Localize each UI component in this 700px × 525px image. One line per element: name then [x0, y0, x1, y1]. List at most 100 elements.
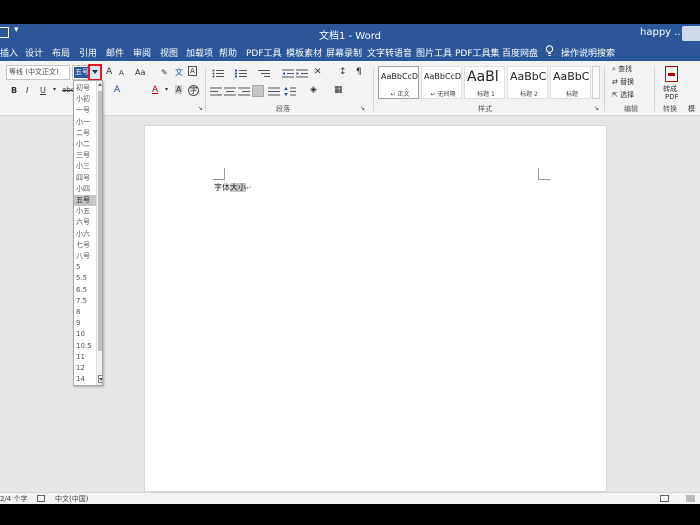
- read-mode-icon[interactable]: [660, 495, 669, 502]
- font-size-option[interactable]: 11: [74, 352, 96, 363]
- font-size-option[interactable]: 小五: [74, 206, 96, 217]
- font-size-option[interactable]: 六号: [74, 217, 96, 228]
- font-size-option[interactable]: 小二: [74, 139, 96, 150]
- tab-references[interactable]: 引用: [79, 46, 97, 59]
- font-size-dropdown-button[interactable]: [88, 64, 102, 81]
- tab-view[interactable]: 视图: [160, 46, 178, 59]
- font-size-dropdown-list[interactable]: 初号 小初 一号 小一 二号 小二 三号 小三 四号 小四 五号 小五 六号 小六 七号 八号 5 5.5 6.5 7…: [73, 80, 103, 386]
- font-size-option[interactable]: 7.5: [74, 296, 96, 307]
- replace-button[interactable]: ⇄ 替换: [612, 77, 634, 87]
- font-dialog-launcher-icon[interactable]: ↘: [198, 105, 203, 112]
- tab-baidu-netdisk[interactable]: 百度网盘: [502, 46, 538, 59]
- tab-templates[interactable]: 模板素材: [286, 46, 322, 59]
- underline-dropdown-icon[interactable]: ▾: [53, 86, 56, 93]
- shrink-font-button[interactable]: A: [119, 69, 124, 77]
- phonetic-guide-button[interactable]: 文: [175, 67, 183, 78]
- font-size-option[interactable]: 小三: [74, 161, 96, 172]
- font-size-option[interactable]: 8: [74, 307, 96, 318]
- scroll-up-icon[interactable]: [98, 83, 102, 86]
- font-size-option[interactable]: 5.5: [74, 273, 96, 284]
- distributed-icon[interactable]: [268, 87, 280, 96]
- font-size-option[interactable]: 12: [74, 363, 96, 374]
- borders-icon[interactable]: ▦: [334, 85, 343, 95]
- shading-icon[interactable]: ◈: [310, 85, 317, 95]
- style-heading-2[interactable]: AaBbC 标题 2: [507, 66, 548, 99]
- align-left-icon[interactable]: [210, 87, 222, 96]
- selected-text[interactable]: 大小: [230, 183, 246, 192]
- font-size-option[interactable]: 9: [74, 318, 96, 329]
- font-size-option[interactable]: 小一: [74, 117, 96, 128]
- proofing-icon[interactable]: [37, 495, 45, 502]
- tab-layout[interactable]: 布局: [52, 46, 70, 59]
- document-page[interactable]: 字体大小↵: [144, 125, 607, 492]
- tab-insert[interactable]: 插入: [0, 46, 18, 59]
- font-size-option[interactable]: 一号: [74, 105, 96, 116]
- font-size-option[interactable]: 6.5: [74, 285, 96, 296]
- justify-button[interactable]: [252, 85, 264, 97]
- tab-picture-tools[interactable]: 图片工具: [416, 46, 452, 59]
- tab-pdf-tools[interactable]: PDF工具: [246, 46, 282, 59]
- print-layout-icon[interactable]: [686, 495, 695, 502]
- font-size-option[interactable]: 10.5: [74, 341, 96, 352]
- tab-review[interactable]: 审阅: [133, 46, 151, 59]
- multilevel-list-icon[interactable]: [258, 69, 270, 78]
- font-size-option[interactable]: 小四: [74, 184, 96, 195]
- scroll-down-icon[interactable]: [98, 375, 102, 383]
- tab-screen-record[interactable]: 屏幕录制: [326, 46, 362, 59]
- font-size-option[interactable]: 小六: [74, 229, 96, 240]
- font-color-button[interactable]: A: [152, 85, 158, 95]
- tell-me-search[interactable]: 操作说明搜索: [561, 46, 615, 59]
- paragraph-dialog-launcher-icon[interactable]: ↘: [360, 105, 365, 112]
- tab-help[interactable]: 帮助: [219, 46, 237, 59]
- tab-addins[interactable]: 加载项: [186, 46, 213, 59]
- styles-gallery-scroll[interactable]: [592, 66, 600, 99]
- size-list-scrollbar[interactable]: [96, 81, 102, 385]
- select-button[interactable]: ⇱ 选择: [612, 90, 634, 100]
- font-size-option[interactable]: 八号: [74, 251, 96, 262]
- tab-text-to-speech[interactable]: 文字转语音: [367, 46, 412, 59]
- language-indicator[interactable]: 中文(中国): [55, 494, 88, 504]
- document-paragraph[interactable]: 字体大小↵: [214, 182, 252, 193]
- grow-font-button[interactable]: A: [106, 67, 112, 77]
- char-shading-button[interactable]: A: [175, 85, 183, 94]
- align-center-icon[interactable]: [224, 87, 236, 96]
- show-marks-icon[interactable]: ¶: [356, 67, 362, 77]
- find-button[interactable]: ⌕ 查找: [612, 64, 632, 74]
- style-heading-1[interactable]: AaBl 标题 1: [464, 66, 505, 99]
- tab-mailings[interactable]: 邮件: [106, 46, 124, 59]
- font-size-option[interactable]: 三号: [74, 150, 96, 161]
- increase-indent-icon[interactable]: [296, 69, 308, 78]
- underline-button[interactable]: U: [40, 86, 46, 95]
- font-size-option[interactable]: 10: [74, 329, 96, 340]
- font-size-option[interactable]: 四号: [74, 173, 96, 184]
- font-color-dropdown-icon[interactable]: ▾: [165, 86, 168, 93]
- decrease-indent-icon[interactable]: [282, 69, 294, 78]
- font-size-box[interactable]: 五号: [72, 65, 90, 80]
- sort-icon[interactable]: ↕: [339, 67, 347, 77]
- font-size-option[interactable]: 5: [74, 262, 96, 273]
- user-name[interactable]: happy ..: [640, 27, 681, 38]
- font-size-option[interactable]: 初号: [74, 83, 96, 94]
- avatar[interactable]: [682, 26, 700, 41]
- style-no-spacing[interactable]: AaBbCcDc ↵ 无间隔: [421, 66, 462, 99]
- clear-format-icon[interactable]: ✎: [161, 68, 168, 77]
- font-size-option[interactable]: 七号: [74, 240, 96, 251]
- tab-pdf-toolkit[interactable]: PDF工具集: [455, 46, 500, 59]
- word-count[interactable]: 2/4 个字: [0, 494, 28, 504]
- pdf-convert-icon[interactable]: [665, 66, 678, 82]
- styles-dialog-launcher-icon[interactable]: ↘: [594, 105, 599, 112]
- line-spacing-icon[interactable]: [284, 87, 296, 96]
- align-right-icon[interactable]: [238, 87, 250, 96]
- font-name-box[interactable]: 等线 (中文正文): [6, 65, 70, 80]
- enclose-char-icon[interactable]: 字: [188, 85, 199, 96]
- style-title[interactable]: AaBbC 标题: [550, 66, 591, 99]
- tab-design[interactable]: 设计: [25, 46, 43, 59]
- numbering-icon[interactable]: [235, 69, 247, 78]
- font-size-option[interactable]: 14: [74, 374, 96, 385]
- font-size-option[interactable]: 小初: [74, 94, 96, 105]
- change-case-button[interactable]: Aa: [135, 68, 145, 77]
- text-effects-button[interactable]: A: [114, 85, 120, 95]
- chinese-layout-icon[interactable]: ✕: [314, 67, 322, 77]
- style-normal[interactable]: AaBbCcDc ↵ 正文: [378, 66, 419, 99]
- italic-button[interactable]: I: [26, 86, 28, 95]
